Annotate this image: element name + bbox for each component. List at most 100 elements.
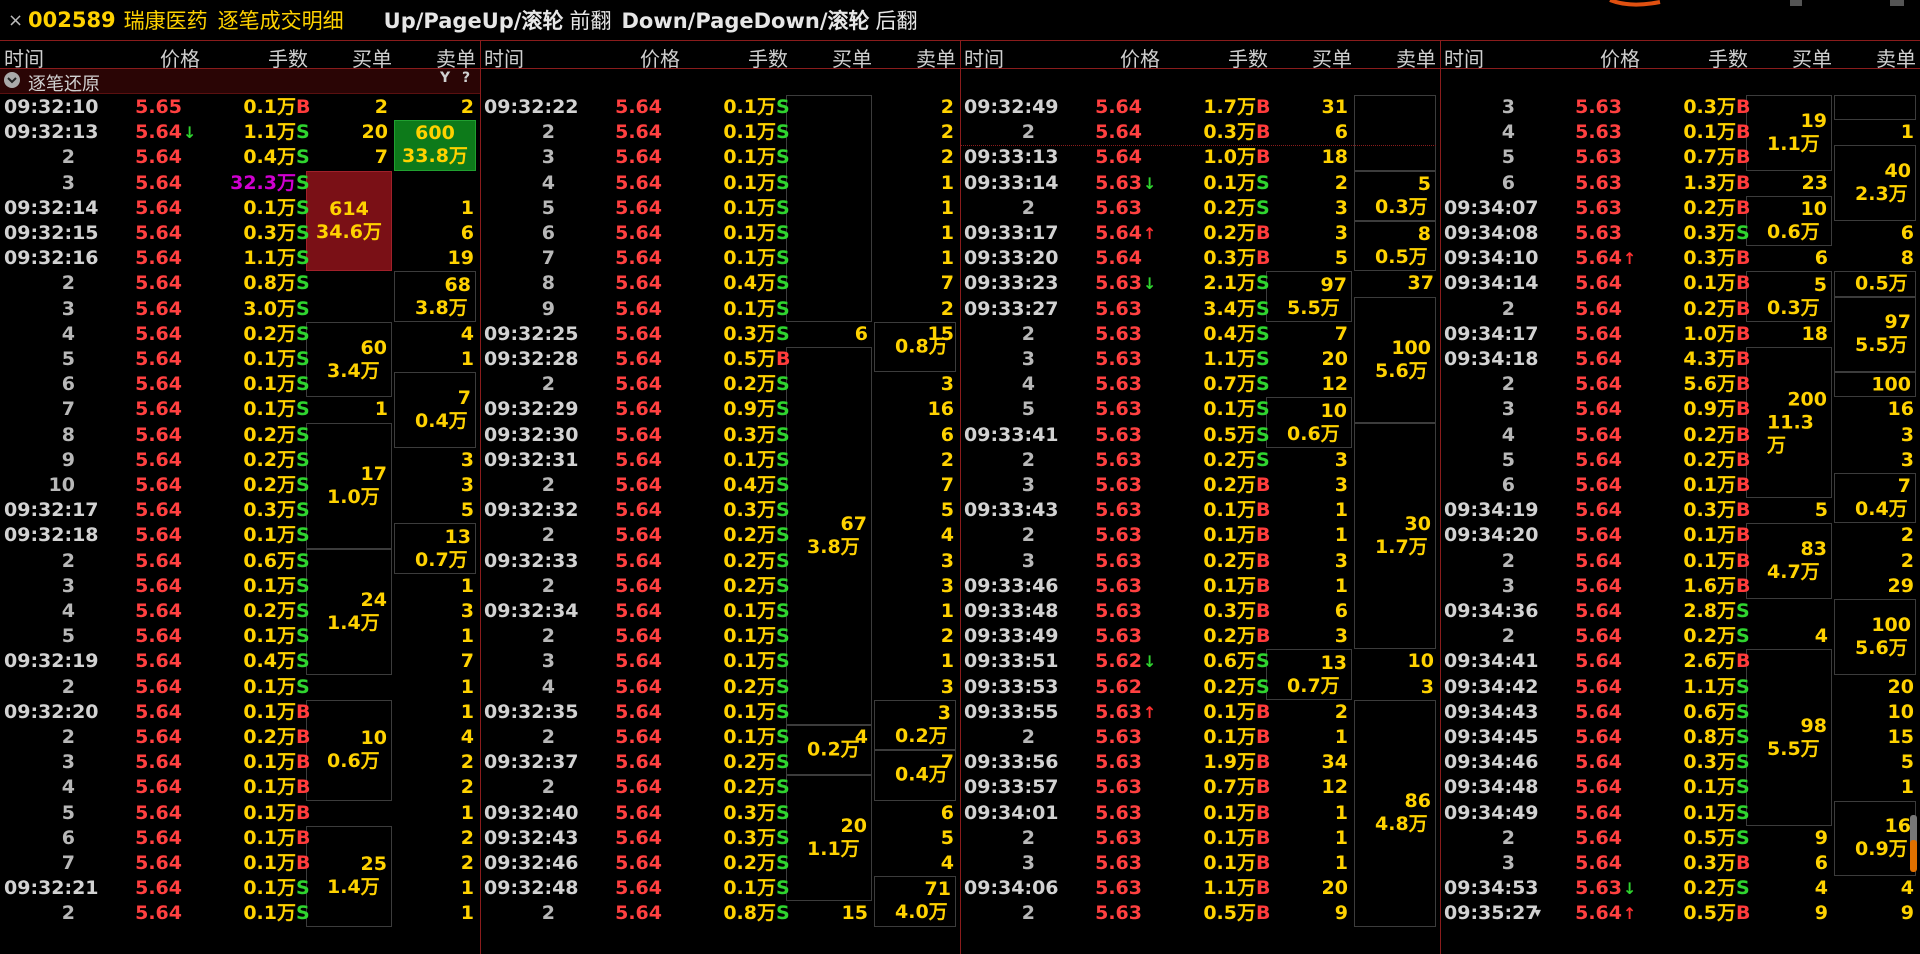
trade-row[interactable]: 09:33:51 5.62 ↓ 0.6万 S 10	[960, 649, 1440, 674]
trade-row[interactable]: 09:32:10 5.65 0.1万 B 2 2	[0, 95, 480, 120]
trade-row[interactable]: 3 5.63 0.1万 B 1	[960, 851, 1440, 876]
trade-row[interactable]: 09:32:43 5.64 0.3万 S 5	[480, 826, 960, 851]
column-price[interactable]: 价格	[1600, 43, 1640, 72]
trade-row[interactable]: 6 5.64 0.1万 S	[0, 372, 480, 397]
trade-row[interactable]: 09:32:15 5.64 0.3万 S 6	[0, 221, 480, 246]
trade-row[interactable]: 3 5.63 0.2万 B 3	[960, 473, 1440, 498]
trade-row[interactable]: 5 5.63 0.1万 S	[960, 397, 1440, 422]
trade-row[interactable]: 09:33:46 5.63 0.1万 B 1	[960, 574, 1440, 599]
column-sell[interactable]: 卖单	[1876, 43, 1916, 72]
trade-row[interactable]: 09:32:29 5.64 0.9万 S 16	[480, 397, 960, 422]
trade-row[interactable]: 09:34:08 5.63 0.3万 S 6	[1440, 221, 1920, 246]
restore-label[interactable]: 逐笔还原	[28, 70, 100, 96]
trade-row[interactable]: 09:33:49 5.63 0.2万 B 3	[960, 624, 1440, 649]
trade-row[interactable]: 09:34:19 5.64 0.3万 B 5	[1440, 498, 1920, 523]
trade-row[interactable]: 09:34:18 5.64 4.3万 B	[1440, 347, 1920, 372]
trade-row[interactable]: 09:32:30 5.64 0.3万 S 6	[480, 423, 960, 448]
trade-row[interactable]: 09:34:48 5.64 0.1万 S 1	[1440, 775, 1920, 800]
trade-row[interactable]: 09:32:14 5.64 0.1万 S 1	[0, 196, 480, 221]
column-price[interactable]: 价格	[1120, 43, 1160, 72]
expand-caret-icon[interactable]: ▾	[1534, 901, 1541, 926]
trade-row[interactable]: 3 5.63 0.2万 B 3	[960, 549, 1440, 574]
column-buy[interactable]: 买单	[352, 43, 392, 72]
trade-row[interactable]: 09:32:16 5.64 1.1万 S 19	[0, 246, 480, 271]
trade-row[interactable]: 09:34:14 5.64 0.1万 B	[1440, 271, 1920, 296]
trade-row[interactable]: 09:33:53 5.62 0.2万 S 3	[960, 675, 1440, 700]
trade-row[interactable]: 2 5.64 0.4万 S 7	[480, 473, 960, 498]
trade-row[interactable]: 09:32:32 5.64 0.3万 S 5	[480, 498, 960, 523]
trade-row[interactable]: 3 5.64 0.1万 S 2	[480, 145, 960, 170]
trade-row[interactable]: 2 5.64 0.6万 S	[0, 549, 480, 574]
trade-row[interactable]: 7 5.64 0.1万 S 1	[0, 397, 480, 422]
trade-row[interactable]: 09:34:41 5.64 2.6万 B	[1440, 649, 1920, 674]
trade-row[interactable]: 09:34:53 5.63 ↓ 0.2万 S 4 4	[1440, 876, 1920, 901]
trade-row[interactable]: 2 5.64 0.2万 B	[1440, 297, 1920, 322]
trade-row[interactable]: 6 5.64 0.1万 S 1	[480, 221, 960, 246]
trade-row[interactable]: 09:34:42 5.64 1.1万 S 20	[1440, 675, 1920, 700]
column-buy[interactable]: 买单	[832, 43, 872, 72]
trade-row[interactable]: 09:32:35 5.64 0.1万 S	[480, 700, 960, 725]
trade-row[interactable]: 4 5.64 0.2万 S 3	[0, 599, 480, 624]
column-time[interactable]: 时间	[484, 43, 524, 72]
trade-row[interactable]: 09:33:56 5.63 1.9万 B 34	[960, 750, 1440, 775]
trade-row[interactable]: 09:32:19 5.64 0.4万 S 7	[0, 649, 480, 674]
trade-row[interactable]: 4 5.63 0.1万 B 1	[1440, 120, 1920, 145]
trade-row[interactable]: 2 5.64 0.1万 S 1	[0, 901, 480, 926]
trade-row[interactable]: 4 5.64 0.2万 S 3	[480, 675, 960, 700]
column-price[interactable]: 价格	[640, 43, 680, 72]
column-price[interactable]: 价格	[160, 43, 200, 72]
trade-row[interactable]: 09:32:48 5.64 0.1万 S	[480, 876, 960, 901]
trade-row[interactable]: 2 5.64 0.2万 S 4	[1440, 624, 1920, 649]
trade-row[interactable]: 6 5.64 0.1万 B 2	[0, 826, 480, 851]
trade-row[interactable]: 4 5.64 0.1万 B 2	[0, 775, 480, 800]
trade-row[interactable]: 2 5.64 0.8万 S	[0, 271, 480, 296]
trade-row[interactable]: 09:34:43 5.64 0.6万 S 10	[1440, 700, 1920, 725]
trade-row[interactable]: 09:32:25 5.64 0.3万 S 6 15	[480, 322, 960, 347]
trade-row[interactable]: 4 5.64 0.2万 B 3	[1440, 423, 1920, 448]
trade-row[interactable]: 09:32:40 5.64 0.3万 S 6	[480, 801, 960, 826]
trade-row[interactable]: 7 5.64 0.1万 S 1	[480, 246, 960, 271]
trade-row[interactable]: 09:32:49 5.64 1.7万 B 31	[960, 95, 1440, 120]
trade-row[interactable]: 09:33:13 5.64 1.0万 B 18	[960, 145, 1440, 170]
column-sell[interactable]: 卖单	[916, 43, 956, 72]
column-time[interactable]: 时间	[964, 43, 1004, 72]
trade-row[interactable]: 2 5.64 0.2万 S 4	[480, 523, 960, 548]
trade-row[interactable]: 09:33:57 5.63 0.7万 B 12	[960, 775, 1440, 800]
trade-row[interactable]: 09:34:17 5.64 1.0万 B 18	[1440, 322, 1920, 347]
trade-row[interactable]: 09:34:45 5.64 0.8万 S 15	[1440, 725, 1920, 750]
column-volume[interactable]: 手数	[1228, 43, 1268, 72]
column-sell[interactable]: 卖单	[1396, 43, 1436, 72]
trade-row[interactable]: 3 5.64 0.1万 S 1	[0, 574, 480, 599]
trade-row[interactable]: 09:32:20 5.64 0.1万 B 1	[0, 700, 480, 725]
trade-row[interactable]: 2 5.63 0.1万 B 1	[960, 725, 1440, 750]
trade-row[interactable]: 5 5.64 0.1万 S 1	[0, 347, 480, 372]
trade-row[interactable]: 09:32:28 5.64 0.5万 B	[480, 347, 960, 372]
trade-row[interactable]: 09:32:34 5.64 0.1万 S 1	[480, 599, 960, 624]
trade-row[interactable]: 3 5.64 3.0万 S	[0, 297, 480, 322]
column-volume[interactable]: 手数	[748, 43, 788, 72]
trade-row[interactable]: 5 5.64 0.1万 B 1	[0, 801, 480, 826]
trade-row[interactable]: 09:32:31 5.64 0.1万 S 2	[480, 448, 960, 473]
trade-row[interactable]: 6 5.64 0.1万 B	[1440, 473, 1920, 498]
trade-row[interactable]: 2 5.64 0.2万 S 3	[480, 372, 960, 397]
column-sell[interactable]: 卖单	[436, 43, 476, 72]
trade-row[interactable]: 5 5.64 0.2万 B 3	[1440, 448, 1920, 473]
trade-row[interactable]: 2 5.64 0.1万 B 2	[1440, 549, 1920, 574]
trade-row[interactable]: 09:35:27 ▾ 5.64 ↑ 0.5万 B 9 9	[1440, 901, 1920, 926]
trade-row[interactable]: 9 5.64 0.1万 S 2	[480, 297, 960, 322]
trade-row[interactable]: 8 5.64 0.4万 S 7	[480, 271, 960, 296]
trade-row[interactable]: 2 5.64 0.5万 S 9	[1440, 826, 1920, 851]
trade-row[interactable]: 09:32:13 5.64 ↓ 1.1万 S 20	[0, 120, 480, 145]
trade-row[interactable]: 2 5.64 0.1万 S 4	[480, 725, 960, 750]
scrollbar-thumb[interactable]	[1910, 840, 1917, 872]
filter-icon[interactable]: Y	[440, 70, 450, 86]
trade-row[interactable]: 09:34:36 5.64 2.8万 S	[1440, 599, 1920, 624]
trade-row[interactable]: 09:33:41 5.63 0.5万 S	[960, 423, 1440, 448]
trade-row[interactable]: 4 5.64 0.1万 S 1	[480, 171, 960, 196]
trade-row[interactable]: 09:32:18 5.64 0.1万 S	[0, 523, 480, 548]
trade-row[interactable]: 2 5.64 0.8万 S 15	[480, 901, 960, 926]
column-time[interactable]: 时间	[1444, 43, 1484, 72]
trade-row[interactable]: 3 5.64 0.9万 B 16	[1440, 397, 1920, 422]
trade-row[interactable]: 2 5.64 0.3万 B 6	[960, 120, 1440, 145]
trade-row[interactable]: 2 5.64 0.1万 S 1	[0, 675, 480, 700]
